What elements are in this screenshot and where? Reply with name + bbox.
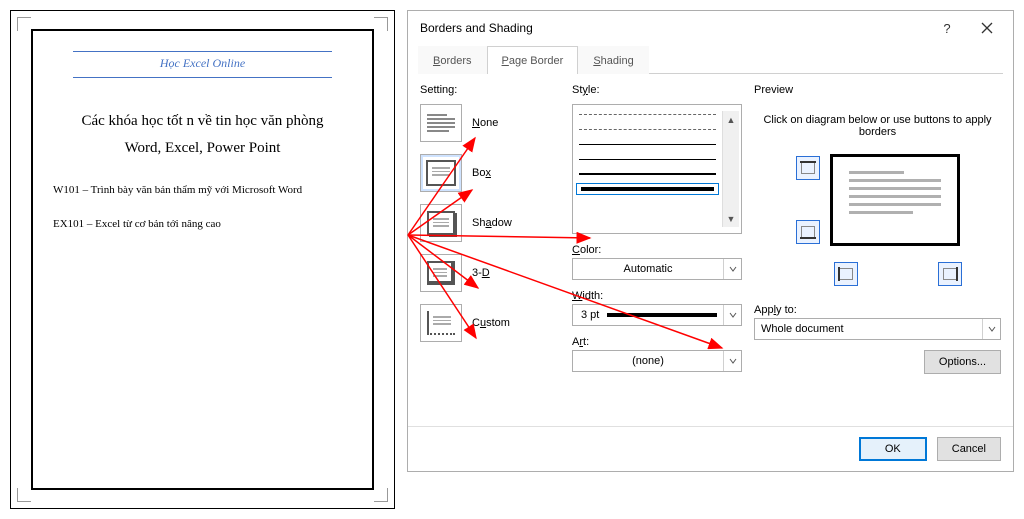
style-scrollbar[interactable]: ▲ ▼ xyxy=(722,111,739,227)
setting-box[interactable]: Box xyxy=(420,154,560,192)
preview-label: Preview xyxy=(754,84,1001,96)
crop-mark xyxy=(374,488,388,502)
help-button[interactable]: ? xyxy=(927,14,967,42)
scroll-down-icon[interactable]: ▼ xyxy=(723,210,739,227)
art-value: (none) xyxy=(573,355,723,367)
width-sample-icon xyxy=(607,313,717,317)
art-label: Art: xyxy=(572,336,742,348)
page-border-preview: Học Excel Online Các khóa học tốt n về t… xyxy=(31,29,374,490)
border-top-toggle[interactable] xyxy=(796,156,820,180)
dialog-titlebar: Borders and Shading ? xyxy=(408,11,1013,45)
dropdown-arrow-icon xyxy=(723,351,741,371)
page-paragraph: EX101 – Excel từ cơ bản tới nâng cao xyxy=(53,218,352,230)
page-title-line2: Word, Excel, Power Point xyxy=(53,135,352,162)
options-button[interactable]: Options... xyxy=(924,350,1001,374)
setting-custom[interactable]: Custom xyxy=(420,304,560,342)
border-left-toggle[interactable] xyxy=(834,262,858,286)
style-column: Style: ▲ ▼ Color: Automatic xyxy=(572,80,742,426)
tab-page-border[interactable]: Page Border xyxy=(487,46,579,74)
setting-none-icon xyxy=(420,104,462,142)
page-brand: Học Excel Online xyxy=(73,51,332,78)
setting-shadow[interactable]: Shadow xyxy=(420,204,560,242)
dialog-tabs: Borders Page Border Shading xyxy=(418,45,1003,74)
tab-shading[interactable]: Shading xyxy=(578,46,648,74)
page-title-line1: Các khóa học tốt n về tin học văn phòng xyxy=(53,108,352,135)
setting-column: Setting: None Box Shadow 3-D Custom xyxy=(420,80,560,426)
ok-button[interactable]: OK xyxy=(859,437,927,461)
art-dropdown[interactable]: (none) xyxy=(572,350,742,372)
border-bottom-toggle[interactable] xyxy=(796,220,820,244)
crop-mark xyxy=(17,488,31,502)
setting-shadow-icon xyxy=(420,204,462,242)
scroll-up-icon[interactable]: ▲ xyxy=(723,111,739,128)
style-listbox[interactable]: ▲ ▼ xyxy=(572,104,742,234)
dropdown-arrow-icon xyxy=(723,305,741,325)
setting-box-icon xyxy=(420,154,462,192)
setting-3d-icon xyxy=(420,254,462,292)
setting-3d[interactable]: 3-D xyxy=(420,254,560,292)
dialog-footer: OK Cancel xyxy=(408,426,1013,471)
setting-label: Setting: xyxy=(420,84,560,96)
apply-to-value: Whole document xyxy=(755,323,982,335)
word-page: Học Excel Online Các khóa học tốt n về t… xyxy=(10,10,395,509)
borders-shading-dialog: Borders and Shading ? Borders Page Borde… xyxy=(407,10,1014,472)
page-paragraph: W101 – Trình bày văn bản thẩm mỹ với Mic… xyxy=(53,184,352,196)
color-value: Automatic xyxy=(573,263,723,275)
apply-to-dropdown[interactable]: Whole document xyxy=(754,318,1001,340)
dialog-title: Borders and Shading xyxy=(420,21,927,35)
setting-none[interactable]: None xyxy=(420,104,560,142)
close-button[interactable] xyxy=(967,14,1007,42)
color-label: Color: xyxy=(572,244,742,256)
preview-hint: Click on diagram below or use buttons to… xyxy=(754,114,1001,138)
width-value: 3 pt xyxy=(573,309,607,321)
preview-diagram[interactable] xyxy=(830,154,960,246)
crop-mark xyxy=(17,17,31,31)
setting-custom-icon xyxy=(420,304,462,342)
color-dropdown[interactable]: Automatic xyxy=(572,258,742,280)
cancel-button[interactable]: Cancel xyxy=(937,437,1001,461)
preview-column: Preview Click on diagram below or use bu… xyxy=(754,80,1001,426)
crop-mark xyxy=(374,17,388,31)
tab-borders[interactable]: Borders xyxy=(418,46,487,74)
width-dropdown[interactable]: 3 pt xyxy=(572,304,742,326)
dropdown-arrow-icon xyxy=(982,319,1000,339)
border-right-toggle[interactable] xyxy=(938,262,962,286)
dropdown-arrow-icon xyxy=(723,259,741,279)
close-icon xyxy=(981,22,993,34)
width-label: Width: xyxy=(572,290,742,302)
